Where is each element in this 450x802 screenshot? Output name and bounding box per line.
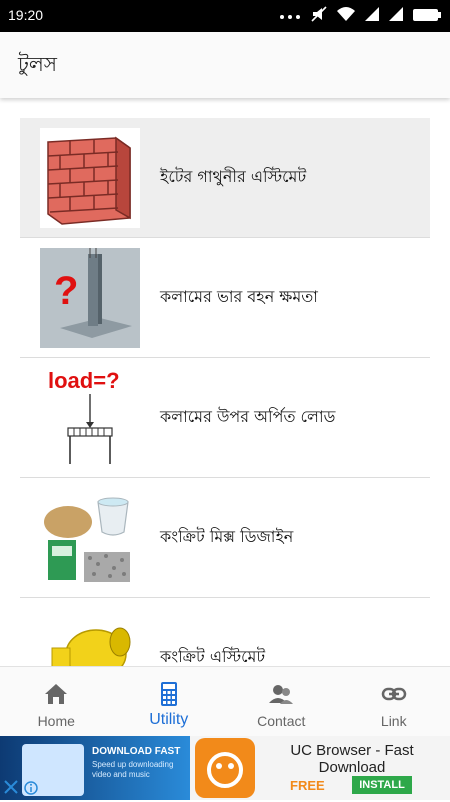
list-item-column-capacity[interactable]: ? কলামের ভার বহন ক্ষমতা [20, 238, 430, 358]
column-load-icon: load=? [40, 368, 140, 468]
uc-browser-logo-icon [195, 738, 255, 798]
calculator-icon [156, 681, 182, 707]
nav-contact[interactable]: Contact [225, 667, 338, 737]
concrete-materials-icon [40, 488, 140, 588]
list-item-label: ইটের গাথুনীর এস্টিমেট [160, 118, 306, 237]
ad-image-title: DOWNLOAD FAST [92, 746, 180, 757]
nav-utility[interactable]: Utility [113, 667, 226, 737]
nav-home[interactable]: Home [0, 667, 113, 737]
ad-price: FREE [290, 778, 325, 793]
status-icons [278, 6, 442, 26]
ad-close-icon[interactable] [2, 778, 20, 796]
mute-icon [310, 5, 328, 27]
page-title: টুলস [18, 50, 57, 83]
battery-icon [412, 7, 442, 26]
tool-list: ইটের গাথুনীর এস্টিমেট ? কলামের ভার বহন ক… [20, 118, 430, 666]
nav-contact-label: Contact [225, 713, 338, 729]
list-item-label: কলামের উপর অর্পিত লোড [160, 358, 335, 477]
status-bar: 19:20 [0, 0, 450, 32]
column-question-icon: ? [40, 248, 140, 348]
concrete-mixer-icon [40, 608, 140, 666]
signal-icon-2 [388, 6, 404, 26]
bottom-navigation: Home Utility Contact Link [0, 666, 450, 737]
ad-info-icon[interactable] [24, 780, 38, 794]
status-time: 19:20 [8, 7, 43, 23]
list-item-concrete-estimate[interactable]: কংক্রিট এস্টিমেট [20, 598, 430, 666]
link-icon [381, 681, 407, 707]
signal-icon-1 [364, 6, 380, 26]
nav-home-label: Home [0, 713, 113, 729]
app-toolbar: টুলস [0, 32, 450, 98]
nav-utility-label: Utility [113, 711, 226, 729]
list-item-label: কংক্রিট এস্টিমেট [160, 598, 265, 666]
list-item-brick-estimate[interactable]: ইটের গাথুনীর এস্টিমেট [20, 118, 430, 238]
wifi-icon [336, 6, 356, 26]
ad-image[interactable]: DOWNLOAD FAST Speed up downloading video… [0, 736, 190, 800]
nav-link-label: Link [338, 713, 450, 729]
home-icon [43, 681, 69, 707]
list-item-label: কলামের ভার বহন ক্ষমতা [160, 238, 318, 357]
brick-wall-icon [40, 128, 140, 228]
list-item-label: কংক্রিট মিক্স ডিজাইন [160, 478, 293, 597]
list-item-column-load[interactable]: load=? কলামের উপর অর্পিত লোড [20, 358, 430, 478]
contacts-icon [268, 681, 294, 707]
load-text: load=? [48, 368, 120, 393]
dots-icon [278, 7, 302, 26]
ad-title: UC Browser - Fast Download [262, 742, 442, 776]
ad-banner[interactable]: DOWNLOAD FAST Speed up downloading video… [0, 736, 450, 800]
nav-link[interactable]: Link [338, 667, 450, 737]
ad-install-button[interactable]: INSTALL [352, 776, 412, 794]
svg-text:?: ? [54, 269, 78, 313]
ad-image-subtitle: Speed up downloading video and music [92, 760, 182, 780]
list-item-concrete-mix[interactable]: কংক্রিট মিক্স ডিজাইন [20, 478, 430, 598]
